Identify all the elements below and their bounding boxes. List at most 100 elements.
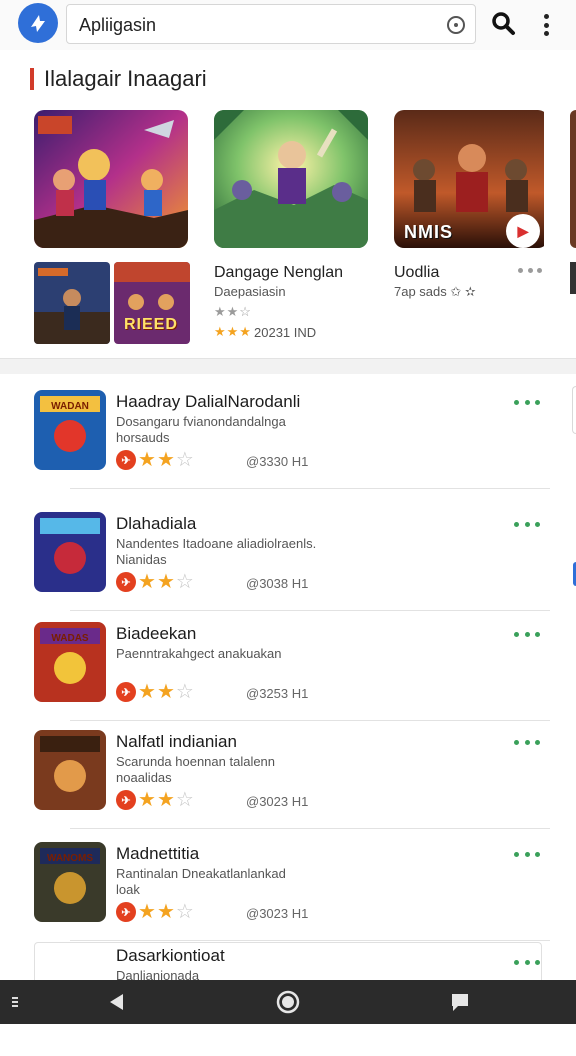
menu-lines-icon (12, 997, 18, 1007)
game-artwork-image (34, 110, 188, 248)
row-divider (70, 720, 550, 721)
featured-game-thumbnail[interactable] (214, 110, 368, 248)
game-screenshot-image (34, 262, 110, 344)
app-icon-label: WADAN (51, 401, 89, 412)
app-description-line2: horsauds (116, 430, 170, 445)
dot-icon (524, 400, 530, 405)
app-icon-label: WADAS (51, 633, 89, 644)
top-app-bar: Apliigasin (0, 0, 576, 50)
featured-game-developer: Daepasiasin (214, 284, 286, 299)
nav-recents-button[interactable] (442, 980, 478, 1024)
more-options-button[interactable] (514, 852, 540, 858)
featured-game-thumbnail[interactable]: NMIS ▶ (394, 110, 548, 248)
next-thumbnail-peek[interactable] (570, 110, 576, 248)
screenshot-thumbnail[interactable] (34, 262, 110, 344)
star-empty-icon: ☆ (175, 901, 194, 923)
star-icon: ★ (138, 901, 156, 923)
app-logo-button[interactable] (18, 3, 58, 43)
section-accent-bar (30, 68, 34, 90)
nav-home-button[interactable] (270, 980, 306, 1024)
list-card-outline (34, 942, 542, 982)
app-icon[interactable]: WADAS (34, 622, 106, 702)
featured-game-rating-stars: ★★★ (214, 324, 252, 339)
app-icon[interactable] (34, 512, 106, 592)
app-icon-image: WADAS (34, 622, 106, 702)
star-icon: ★ (156, 681, 175, 703)
back-triangle-icon (110, 994, 123, 1010)
screenshot-thumbnail[interactable]: RIEED (114, 262, 190, 344)
rating-badge-icon: ✈ (116, 902, 136, 922)
dot-icon (535, 522, 540, 527)
app-rating: ✈ ★ ★ ☆ (116, 450, 195, 470)
more-options-button[interactable] (514, 400, 540, 406)
game-artwork-image (214, 110, 368, 248)
play-store-icon (31, 15, 45, 32)
app-rating: ✈ ★ ★ ☆ (116, 902, 195, 922)
app-icon[interactable]: WANOMS (34, 842, 106, 922)
nav-menu-button[interactable] (6, 980, 24, 1024)
list-item[interactable]: Dlahadiala Nandentes Itadoane aliadiolrae… (0, 512, 576, 622)
app-title[interactable]: Haadray DalialNarodanli (116, 392, 300, 412)
featured-game-stars: ★★☆ (214, 304, 252, 319)
overflow-menu-button[interactable] (536, 12, 556, 38)
app-icon[interactable]: WADAN (34, 390, 106, 470)
featured-game-title[interactable]: Uodlia (394, 264, 439, 282)
app-description: Rantinalan Dneakatlanlankad (116, 866, 286, 881)
app-title[interactable]: Madnettitia (116, 844, 199, 864)
dot-icon (524, 632, 530, 637)
app-description: Scarunda hoennan talalenn (116, 754, 276, 769)
list-item[interactable]: WANOMS Madnettitia Rantinalan Dneakatlanla… (0, 842, 576, 952)
dot-icon (514, 852, 519, 857)
app-title[interactable]: Dlahadiala (116, 514, 196, 534)
dot-icon (524, 852, 530, 857)
featured-game-title[interactable]: Dangage Nenglan (214, 264, 343, 282)
dot-icon (514, 522, 519, 527)
dot-icon (518, 267, 523, 273)
star-icon: ★ (138, 571, 156, 593)
more-options-button[interactable] (514, 522, 540, 528)
star-empty-icon: ☆ (175, 789, 194, 811)
more-options-button[interactable] (514, 632, 540, 638)
app-title[interactable]: Nalfatl indianian (116, 732, 237, 752)
next-thumbnail-peek[interactable] (570, 262, 576, 294)
system-nav-bar (0, 980, 576, 1024)
app-icon-image: WANOMS (34, 842, 106, 922)
star-empty-icon: ☆ (175, 681, 194, 703)
app-icon-label: WANOMS (47, 853, 93, 864)
app-description: Dosangaru fvianondandalnga (116, 414, 286, 429)
app-icon-image: WADAN (34, 390, 106, 470)
dot-icon (535, 400, 540, 405)
more-options-button[interactable] (518, 266, 542, 274)
star-icon: ★ (138, 449, 156, 471)
section-title: Ilalagair Inaagari (44, 66, 207, 91)
app-title[interactable]: Biadeekan (116, 624, 196, 644)
rating-badge-icon: ✈ (116, 572, 136, 592)
section-header: Ilalagair Inaagari (30, 66, 207, 92)
list-item[interactable]: WADAS Biadeekan Paenntrakahgect anakuakan ✈… (0, 622, 576, 732)
star-empty-icon: ☆ (175, 449, 194, 471)
featured-game-meta: 20231 IND (254, 325, 317, 340)
list-item[interactable]: WADAN Haadray DalialNarodanli Dosangaru fv… (0, 390, 576, 500)
app-rating: ✈ ★ ★ ☆ (116, 572, 195, 592)
dot-icon (524, 522, 530, 527)
dot-icon (514, 740, 519, 745)
row-divider (70, 940, 550, 941)
row-divider (70, 828, 550, 829)
search-button[interactable] (490, 10, 518, 38)
dot-icon (535, 740, 540, 745)
menu-dot-icon (543, 22, 549, 28)
star-icon: ★ (138, 789, 156, 811)
featured-game-thumbnail[interactable] (34, 110, 188, 248)
more-options-button[interactable] (514, 740, 540, 746)
nav-back-button[interactable] (100, 980, 134, 1024)
rating-badge-icon: ✈ (116, 682, 136, 702)
featured-game-developer: 7ap sads ✩ ✫ (394, 284, 476, 299)
dot-icon (524, 740, 530, 745)
dot-icon (514, 400, 519, 405)
search-input[interactable]: Apliigasin (66, 4, 476, 44)
app-icon[interactable] (34, 730, 106, 810)
app-description-line2: Nianidas (116, 552, 167, 567)
voice-search-icon[interactable] (447, 16, 465, 34)
app-meta: @3038 H1 (246, 576, 309, 591)
list-item[interactable]: Nalfatl indianian Scarunda hoennan talale… (0, 730, 576, 840)
